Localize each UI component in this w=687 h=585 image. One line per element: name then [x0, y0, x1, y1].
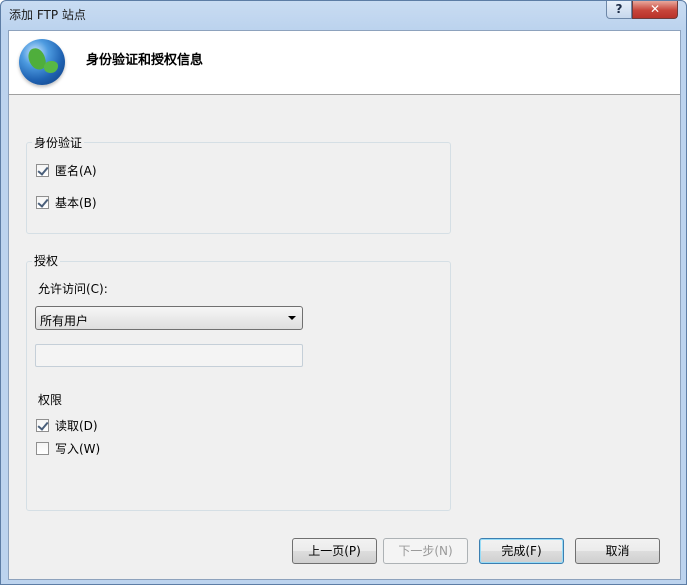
write-label: 写入(W): [55, 441, 101, 456]
title-bar[interactable]: 添加 FTP 站点 ? ✕: [1, 1, 686, 29]
user-input-field[interactable]: [35, 344, 303, 367]
globe-icon: [19, 39, 65, 85]
authorization-group: [26, 261, 451, 511]
page-title: 身份验证和授权信息: [86, 53, 204, 68]
dialog-client-area: 身份验证和授权信息 身份验证 匿名(A) 基本(B) 授权 允许访问(C): 所…: [8, 30, 681, 580]
anonymous-label: 匿名(A): [55, 163, 97, 178]
help-button[interactable]: ?: [606, 1, 632, 19]
authentication-group-label: 身份验证: [32, 134, 85, 151]
write-checkbox[interactable]: [36, 441, 49, 455]
basic-checkbox-row[interactable]: 基本(B): [36, 194, 97, 210]
read-checkbox-row[interactable]: 读取(D): [36, 417, 98, 433]
allow-access-dropdown[interactable]: 所有用户: [35, 306, 303, 330]
permissions-label: 权限: [38, 393, 63, 407]
window-title: 添加 FTP 站点: [9, 8, 86, 22]
dialog-window: 添加 FTP 站点 ? ✕ 身份验证和授权信息 身份验证 匿名(A) 基本(B)…: [0, 0, 687, 585]
cancel-button[interactable]: 取消: [575, 538, 660, 564]
previous-button[interactable]: 上一页(P): [292, 538, 377, 564]
read-label: 读取(D): [55, 418, 98, 433]
basic-label: 基本(B): [55, 195, 97, 210]
dropdown-arrow-icon: [288, 316, 296, 320]
read-checkbox[interactable]: [36, 418, 49, 432]
write-checkbox-row[interactable]: 写入(W): [36, 440, 100, 456]
allow-access-selected-value: 所有用户: [40, 314, 89, 328]
finish-button[interactable]: 完成(F): [479, 538, 564, 564]
anonymous-checkbox-row[interactable]: 匿名(A): [36, 162, 97, 178]
wizard-header: 身份验证和授权信息: [9, 31, 680, 95]
anonymous-checkbox[interactable]: [36, 163, 49, 177]
next-button[interactable]: 下一步(N): [383, 538, 468, 564]
allow-access-label: 允许访问(C):: [38, 282, 108, 296]
close-button[interactable]: ✕: [632, 1, 678, 19]
basic-checkbox[interactable]: [36, 195, 49, 209]
authentication-group: [26, 142, 451, 234]
authorization-group-label: 授权: [32, 252, 61, 269]
